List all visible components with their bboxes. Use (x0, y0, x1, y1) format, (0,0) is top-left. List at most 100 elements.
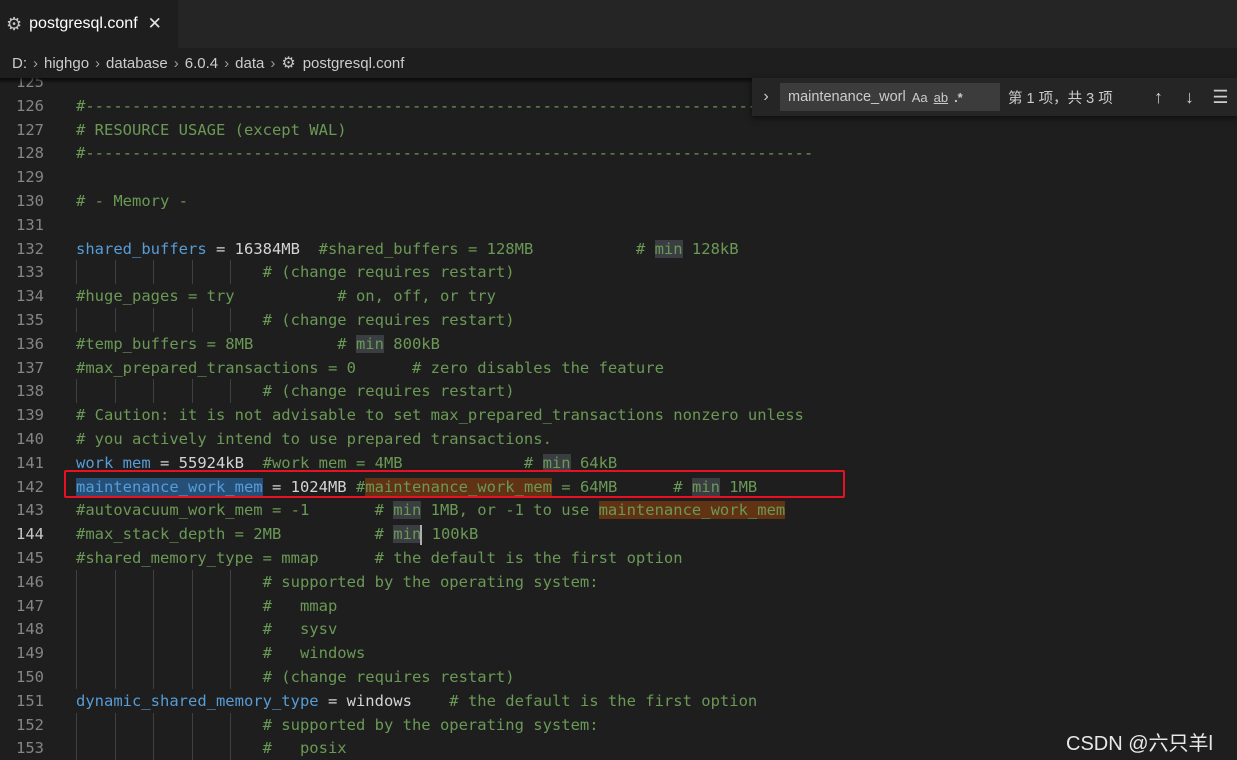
line-number: 139 (16, 406, 44, 425)
code-line[interactable]: 144 #max_stack_depth = 2MB # min 100kB (0, 522, 1237, 546)
breadcrumb-item[interactable]: data (235, 55, 264, 72)
line-number: 145 (16, 549, 44, 567)
code-line[interactable]: 137 #max_prepared_transactions = 0 # zero… (0, 356, 1237, 380)
line-number: 152 (16, 715, 44, 734)
code-text: # (change requires restart) (76, 382, 515, 401)
tab-title: postgresql.conf (29, 15, 138, 32)
code-line[interactable]: 139 # Caution: it is not advisable to set… (0, 403, 1237, 427)
gear-icon: ⚙ (6, 13, 23, 34)
code-line[interactable]: 143 #autovacuum_work_mem = -1 # min 1MB, … (0, 498, 1237, 522)
chevron-right-icon: › (33, 54, 38, 72)
code-line[interactable]: 150 # (change requires restart) (0, 665, 1237, 689)
line-number: 137 (16, 358, 44, 377)
code-line[interactable]: 147 # mmap (0, 593, 1237, 618)
code-text: dynamic_shared_memory_type = windows # t… (76, 691, 758, 710)
line-number: 143 (16, 501, 44, 520)
code-line[interactable]: 130 # - Memory - (0, 189, 1237, 213)
code-line[interactable]: 140 # you actively intend to use prepared… (0, 427, 1237, 451)
code-line[interactable]: 153 # posix (0, 736, 1237, 760)
breadcrumb: D: › highgo › database › 6.0.4 › data › ⚙ post… (0, 48, 1237, 78)
code-text: #max_stack_depth = 2MB # min 100kB (76, 524, 479, 545)
code-line[interactable]: 145 #shared_memory_type = mmap # the defa… (0, 546, 1237, 570)
code-text: # Caution: it is not advisable to set ma… (76, 406, 804, 425)
line-number: 149 (16, 644, 44, 663)
code-text: #temp_buffers = 8MB # min 800kB (76, 334, 440, 353)
code-line[interactable]: 127 # RESOURCE USAGE (except WAL) (0, 118, 1237, 142)
chevron-right-icon: › (95, 54, 101, 72)
code-line[interactable]: 142 maintenance_work_mem = 1024MB #mainte… (0, 475, 1237, 499)
line-number: 147 (16, 596, 44, 615)
code-text: #max_prepared_transactions = 0 # zero di… (76, 358, 664, 377)
code-line[interactable]: 135 # (change requires restart) (0, 308, 1237, 332)
line-number: 128 (16, 144, 44, 163)
code-text: # supported by the operating system: (76, 715, 599, 734)
code-line[interactable]: 131 (0, 213, 1237, 237)
breadcrumb-item[interactable]: highgo (44, 55, 89, 72)
line-number: 150 (16, 668, 44, 686)
regex-button[interactable]: .* (954, 90, 963, 105)
tab-bar: ⚙ postgresql.conf ✕ (0, 0, 1237, 48)
chevron-right-icon: › (270, 54, 276, 72)
line-number: 140 (16, 430, 44, 448)
line-number: 130 (16, 192, 44, 210)
code-line[interactable]: 151 dynamic_shared_memory_type = windows … (0, 689, 1237, 713)
code-line[interactable]: 138 # (change requires restart) (0, 379, 1237, 404)
menu-icon[interactable]: ☰ (1205, 87, 1236, 108)
code-line[interactable]: 148 # sysv (0, 617, 1237, 642)
code-text: # windows (76, 644, 366, 663)
code-text: # (change requires restart) (76, 311, 515, 329)
code-text: # - Memory - (76, 192, 188, 210)
text-cursor (420, 524, 423, 545)
line-number: 146 (16, 572, 44, 591)
line-number: 142 (16, 477, 44, 496)
line-number: 126 (16, 96, 44, 115)
code-line[interactable]: 128 #------------------------------------… (0, 141, 1237, 165)
line-number: 151 (16, 691, 44, 710)
code-text: # (change requires restart) (76, 263, 515, 282)
find-query: maintenance_worl (788, 89, 906, 105)
line-number: 127 (16, 120, 44, 139)
code-text: #huge_pages = try # on, off, or try (76, 287, 496, 306)
code-text: # supported by the operating system: (76, 572, 599, 591)
line-number: 131 (16, 215, 44, 234)
next-match-button[interactable]: ↓ (1174, 87, 1205, 108)
whole-word-button[interactable]: ab (934, 90, 948, 105)
match-count: 第 1 项，共 3 项 (1008, 90, 1113, 107)
line-number: 136 (16, 334, 44, 353)
code-text: #autovacuum_work_mem = -1 # min 1MB, or … (76, 501, 786, 520)
code-text: # mmap (76, 596, 338, 615)
code-line[interactable]: 149 # windows (0, 641, 1237, 666)
code-text: #---------------------------------------… (76, 96, 795, 115)
code-line[interactable]: 146 # supported by the operating system: (0, 569, 1237, 594)
editor-tab[interactable]: ⚙ postgresql.conf ✕ (0, 0, 178, 48)
line-number: 141 (16, 453, 44, 472)
close-icon[interactable]: ✕ (148, 14, 162, 34)
breadcrumb-item[interactable]: postgresql.conf (303, 55, 405, 72)
line-number: 148 (16, 620, 44, 639)
line-number: 133 (16, 263, 44, 282)
breadcrumb-item[interactable]: D: (12, 55, 27, 72)
breadcrumb-item[interactable]: database (106, 55, 168, 72)
code-line[interactable]: 152 # supported by the operating system: (0, 712, 1237, 737)
line-number: 138 (16, 382, 44, 401)
code-line[interactable]: 134 #huge_pages = try # on, off, or try (0, 284, 1237, 308)
code-line[interactable]: 129 (0, 165, 1237, 189)
code-text: #shared_memory_type = mmap # the default… (76, 549, 683, 567)
code-text: # RESOURCE USAGE (except WAL) (76, 120, 347, 139)
gear-icon: ⚙ (281, 55, 296, 72)
code-text: maintenance_work_mem = 1024MB #maintenan… (76, 477, 758, 496)
code-text: #---------------------------------------… (76, 144, 814, 163)
toggle-replace-icon[interactable]: › (752, 88, 780, 106)
code-text: # (change requires restart) (76, 668, 515, 686)
watermark: CSDN @六只羊l (1066, 733, 1213, 755)
code-line[interactable]: 136 #temp_buffers = 8MB # min 800kB (0, 332, 1237, 356)
find-input[interactable]: maintenance_worl Aa ab .* (780, 83, 1000, 111)
code-line[interactable]: 133 # (change requires restart) (0, 260, 1237, 285)
code-line[interactable]: 132 shared_buffers = 16384MB #shared_buff… (0, 237, 1237, 261)
code-editor[interactable]: 125 126 #---------------------------------… (0, 78, 1237, 760)
code-text: # posix (76, 739, 347, 758)
code-line[interactable]: 141 work_mem = 55924kB #work_mem = 4MB # … (0, 451, 1237, 475)
breadcrumb-item[interactable]: 6.0.4 (185, 55, 218, 72)
match-case-button[interactable]: Aa (912, 90, 928, 105)
previous-match-button[interactable]: ↑ (1143, 87, 1174, 108)
